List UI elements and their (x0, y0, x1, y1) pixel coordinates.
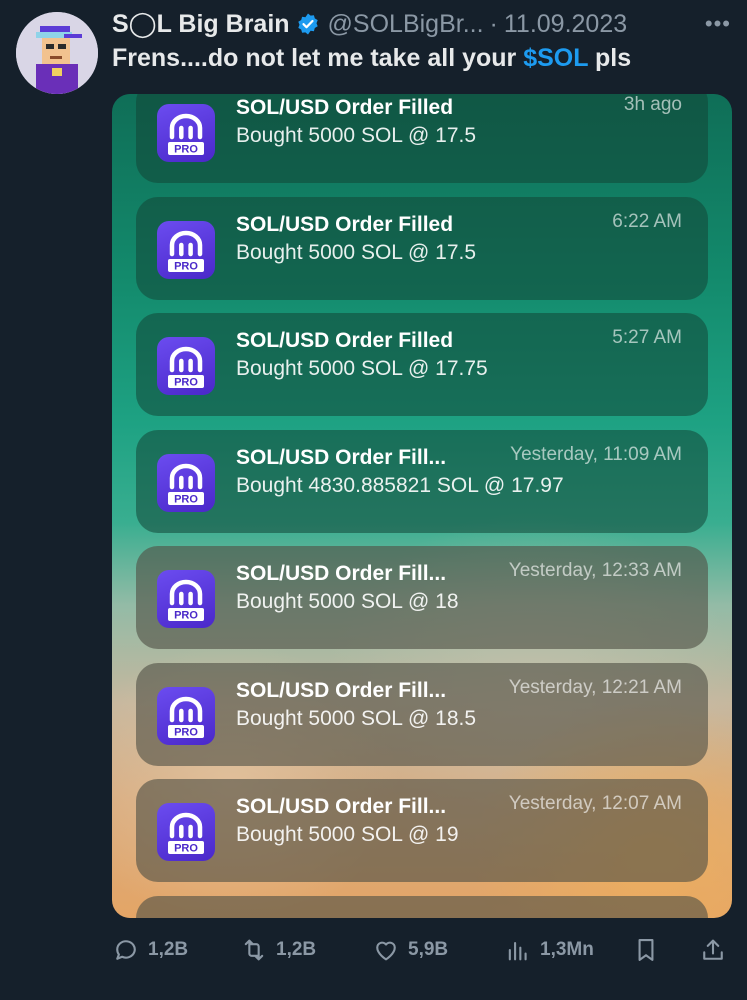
notification-title: SOL/USD Order Fill... (236, 445, 447, 469)
app-icon-label: PRO (174, 493, 198, 505)
notification-body: Bought 5000 SOL @ 17.75 (236, 357, 488, 380)
tweet-text-start: Frens....do not let me take all your (112, 44, 524, 72)
views-chart-icon (508, 941, 527, 961)
app-icon-label: PRO (174, 726, 198, 738)
like-count: 5,9B (408, 939, 449, 960)
notification-card[interactable]: PRO SOL/USD Order Fill... Yesterday, 12:33… (136, 546, 708, 649)
notification-time: Yesterday, 12:21 AM (508, 676, 682, 698)
reply-icon (116, 940, 136, 960)
notification-time: 5:27 AM (612, 327, 682, 348)
kraken-pro-app-icon: PRO (157, 570, 215, 628)
app-icon-label: PRO (174, 377, 198, 389)
notification-body: Bought 5000 SOL @ 18 (236, 590, 459, 613)
notification-body: Bought 5000 SOL @ 19 (236, 823, 459, 846)
notification-body: Bought 5000 SOL @ 17.5 (236, 240, 477, 264)
tweet-date[interactable]: 11.09.2023 (504, 10, 627, 39)
avatar[interactable] (16, 12, 98, 94)
bookmark-icon (638, 939, 654, 961)
views-button[interactable]: 1,3Mn (504, 936, 594, 964)
notification-time: Yesterday, 11:09 AM (510, 443, 682, 465)
verified-badge-icon[interactable] (296, 12, 320, 36)
notification-title: SOL/USD Order Filled (236, 96, 454, 119)
notification-body: Bought 5000 SOL @ 17.5 (236, 124, 477, 147)
heart-icon (376, 941, 396, 961)
separator-dot: · (489, 9, 498, 38)
notification-title: SOL/USD Order Filled (236, 329, 454, 352)
more-options-icon[interactable]: ••• (705, 11, 731, 37)
bookmark-button[interactable] (632, 936, 668, 964)
notification-card-partial[interactable] (136, 895, 708, 918)
tweet-text-end: pls (588, 44, 632, 72)
like-button[interactable]: 5,9B (372, 936, 448, 964)
pixel-avatar-icon (16, 12, 98, 94)
tweet-action-bar: 1,2B 1,2B 5,9B 1,3Mn (112, 930, 731, 970)
app-icon-label: PRO (174, 843, 198, 855)
kraken-pro-app-icon: PRO (157, 686, 215, 745)
cashtag-link[interactable]: $SOL (523, 44, 588, 72)
share-icon (703, 939, 723, 960)
notification-title: SOL/USD Order Fill... (236, 678, 447, 702)
repost-count: 1,2B (276, 939, 317, 960)
notification-card[interactable]: PRO SOL/USD Order Filled 6:22 AM Bought 500… (136, 196, 708, 300)
notification-title: SOL/USD Order Fill... (236, 795, 447, 818)
notification-body: Bought 4830.885821 SOL @ 17.97 (236, 473, 564, 497)
notification-card[interactable]: PRO SOL/USD Order Fill... Yesterday, 12:07… (136, 779, 708, 882)
notification-title: SOL/USD Order Filled (236, 212, 454, 236)
notification-time: 6:22 AM (612, 210, 682, 232)
user-handle[interactable]: @SOLBigBr... (328, 10, 484, 39)
reply-count: 1,2B (148, 939, 189, 960)
notification-body: Bought 5000 SOL @ 18.5 (236, 706, 477, 730)
notification-time: Yesterday, 12:33 AM (508, 560, 682, 581)
repost-button[interactable]: 1,2B (240, 936, 316, 964)
share-button[interactable] (699, 936, 735, 964)
tweet-text: Frens....do not let me take all your $SO… (112, 44, 731, 73)
notification-time: 3h ago (623, 94, 682, 115)
app-icon-label: PRO (174, 610, 198, 622)
repost-icon (244, 939, 264, 961)
notification-card[interactable]: PRO SOL/USD Order Filled 5:27 AM Bought 500… (136, 313, 708, 416)
app-icon-label: PRO (174, 144, 198, 156)
notification-card[interactable]: PRO SOL/USD Order Fill... Yesterday, 11:09… (136, 429, 708, 533)
views-count: 1,3Mn (540, 939, 594, 960)
kraken-pro-app-icon: PRO (157, 220, 215, 279)
kraken-pro-app-icon: PRO (157, 337, 215, 395)
tweet-media-image[interactable]: PRO SOL/USD Order Filled 3h ago Bought 5000… (112, 94, 732, 918)
notification-card[interactable]: PRO SOL/USD Order Fill... Yesterday, 12:21… (136, 662, 708, 766)
app-icon-label: PRO (174, 260, 198, 272)
notification-time: Yesterday, 12:07 AM (508, 793, 682, 814)
tweet-header: S◯L Big Brain @SOLBigBr... · 11.09.2023 … (112, 6, 731, 42)
kraken-pro-app-icon: PRO (157, 104, 215, 162)
reply-button[interactable]: 1,2B (112, 936, 188, 964)
display-name[interactable]: S◯L Big Brain (112, 9, 290, 39)
kraken-pro-app-icon: PRO (157, 453, 215, 512)
notification-title: SOL/USD Order Fill... (236, 562, 447, 585)
notification-card[interactable]: PRO SOL/USD Order Filled 3h ago Bought 5000… (136, 94, 708, 183)
kraken-pro-app-icon: PRO (157, 803, 215, 861)
